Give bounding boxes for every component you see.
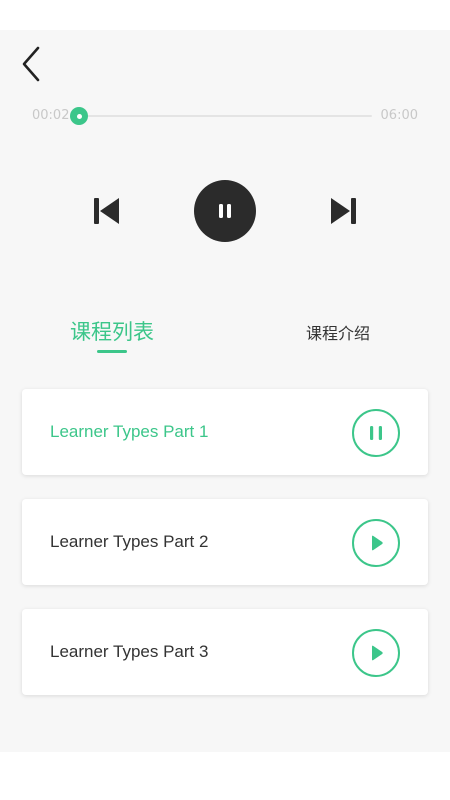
play-pause-button[interactable] (194, 180, 256, 242)
pause-icon (219, 204, 231, 218)
playback-controls (0, 180, 450, 242)
lesson-title: Learner Types Part 1 (50, 422, 209, 441)
lesson-pause-button[interactable] (352, 409, 400, 457)
previous-button[interactable] (92, 196, 122, 226)
lesson-item-2[interactable]: Learner Types Part 2 (22, 499, 428, 585)
skip-previous-icon (94, 198, 119, 224)
progress-thumb-dot (76, 113, 82, 119)
play-icon (372, 535, 383, 551)
skip-next-icon (331, 198, 356, 224)
chevron-left-icon (22, 46, 40, 82)
back-button[interactable] (16, 44, 46, 84)
lesson-item-1[interactable]: Learner Types Part 1 (22, 389, 428, 475)
progress-thumb[interactable] (70, 107, 88, 125)
pause-icon (370, 426, 382, 440)
next-button[interactable] (328, 196, 358, 226)
tab-course-intro-label: 课程介绍 (305, 324, 370, 343)
progress-track[interactable] (70, 107, 372, 125)
tab-course-list-label: 课程列表 (70, 320, 154, 344)
lesson-item-3[interactable]: Learner Types Part 3 (22, 609, 428, 695)
lesson-play-button[interactable] (352, 519, 400, 567)
current-time: 00:02 (32, 108, 70, 123)
tab-active-indicator (97, 350, 127, 353)
lesson-play-button[interactable] (352, 629, 400, 677)
tab-course-list[interactable]: 课程列表 (62, 316, 162, 353)
player-screen: 00:02 06:00 课程列表 课程介绍 Learner Types Part… (0, 30, 450, 752)
progress-bar: 00:02 06:00 (0, 100, 450, 130)
lesson-title: Learner Types Part 3 (50, 642, 209, 661)
lesson-title: Learner Types Part 2 (50, 532, 209, 551)
play-icon (372, 645, 383, 661)
tab-course-intro[interactable]: 课程介绍 (290, 320, 386, 344)
total-time: 06:00 (380, 108, 418, 123)
tab-bar: 课程列表 课程介绍 (0, 316, 450, 356)
